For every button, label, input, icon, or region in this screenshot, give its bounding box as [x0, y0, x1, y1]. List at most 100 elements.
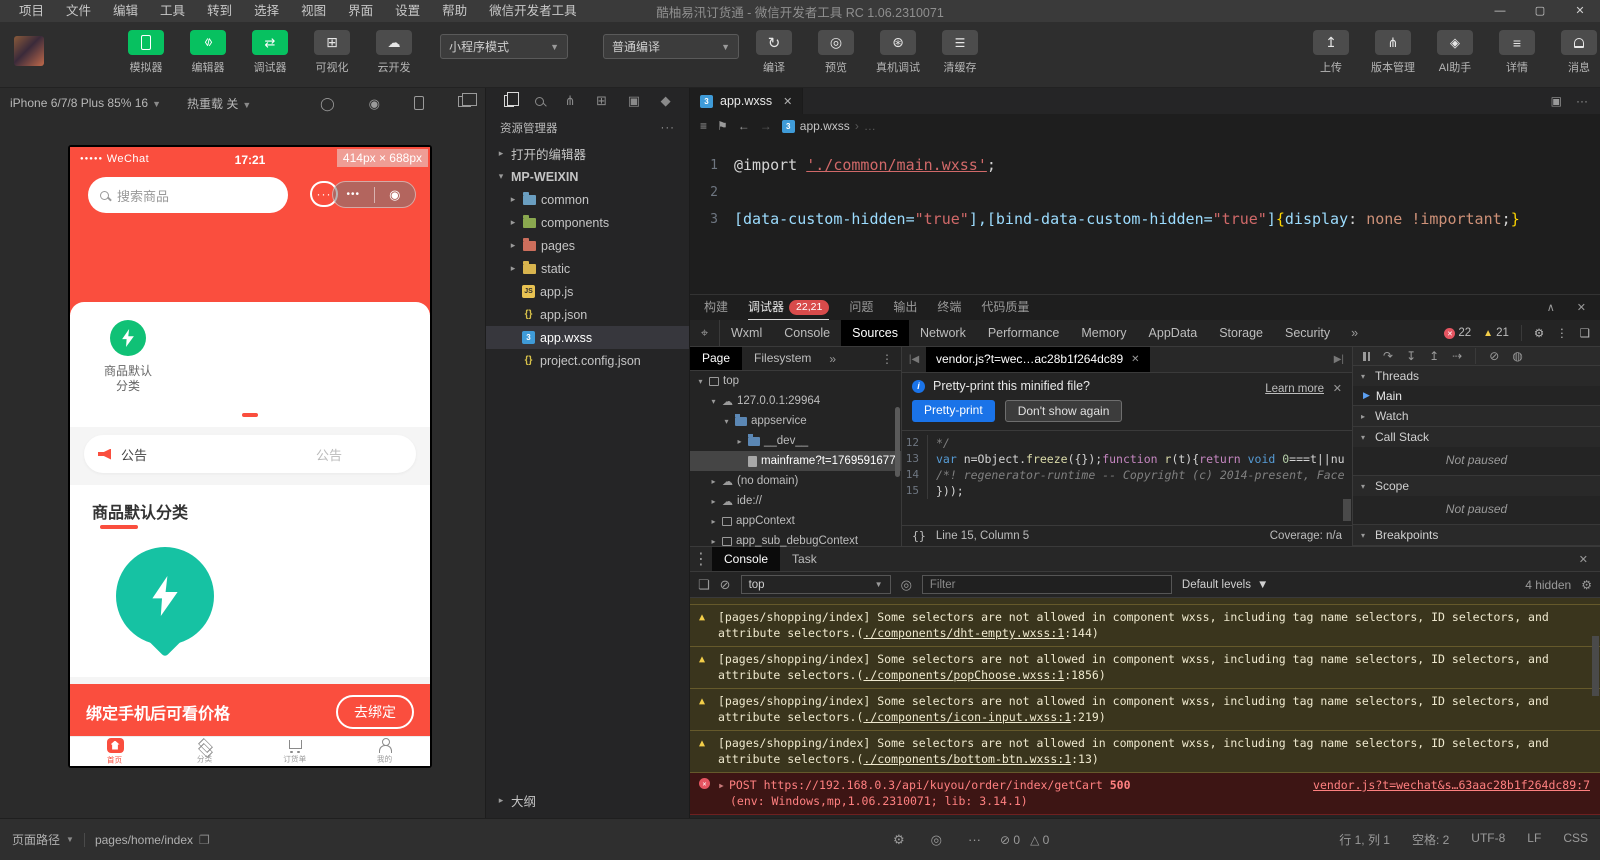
- context-select[interactable]: top ▼: [740, 575, 891, 594]
- debug-section-header[interactable]: ▾ Threads: [1353, 366, 1600, 386]
- console-warning[interactable]: ▲! [pages/shopping/index] Some selectors …: [690, 689, 1600, 731]
- toolbar-button[interactable]: 可视化: [306, 30, 358, 75]
- cursor-position[interactable]: 行 1, 列 1: [1339, 831, 1390, 848]
- inspect-element-icon[interactable]: ⌖: [690, 320, 720, 346]
- tab-scroll-left-icon[interactable]: |◀: [902, 354, 926, 365]
- rotate-icon[interactable]: ◯: [320, 96, 335, 112]
- phone-screen[interactable]: ●●●●● WeChat 17:21 414px × 688px 搜索商品 ··…: [70, 147, 430, 766]
- indent-setting[interactable]: 空格: 2: [1412, 831, 1449, 848]
- plugin-icon[interactable]: ◆: [661, 93, 671, 109]
- source-tree-item[interactable]: ▸ ide://: [690, 491, 901, 511]
- preview-eye-icon[interactable]: ◎: [931, 832, 942, 848]
- avatar[interactable]: [14, 36, 44, 66]
- toolbar-button[interactable]: 消息: [1553, 30, 1600, 75]
- copy-icon[interactable]: ❐: [199, 833, 210, 847]
- scrollbar[interactable]: [1592, 636, 1599, 696]
- code-editor[interactable]: 1 @import './common/main.wxss'; 2 3 [data-cu…: [690, 138, 1600, 294]
- open-editors-section[interactable]: ▸ 打开的编辑器: [486, 142, 689, 165]
- close-button[interactable]: ✕: [1560, 0, 1600, 22]
- devtools-tab-memory[interactable]: Memory: [1070, 320, 1137, 346]
- clear-console-icon[interactable]: ⊘: [720, 577, 731, 593]
- editor-more-icon[interactable]: ···: [1576, 94, 1588, 108]
- filter-input[interactable]: Filter: [921, 575, 1172, 594]
- forward-icon[interactable]: →: [760, 119, 772, 133]
- toolbar-button[interactable]: 清缓存: [934, 30, 986, 75]
- toolbar-button[interactable]: 编辑器: [182, 30, 234, 75]
- problem-error-count[interactable]: ⊘ 0: [1000, 833, 1020, 847]
- devtools-settings-icon[interactable]: ⚙: [1534, 326, 1544, 340]
- vendor-js-tab[interactable]: vendor.js?t=wec…ac28b1f264dc89 ✕: [926, 347, 1150, 372]
- toolbar-button[interactable]: 版本管理: [1367, 30, 1419, 75]
- explorer-more-icon[interactable]: ···: [661, 122, 676, 134]
- editor-tab-app-wxss[interactable]: 3 app.wxss ✕: [690, 88, 804, 114]
- back-icon[interactable]: ←: [738, 119, 750, 133]
- panel-tab-构建[interactable]: 构建: [704, 295, 728, 320]
- pause-on-exceptions-icon[interactable]: ◍: [1512, 349, 1522, 363]
- toolbar-button[interactable]: 详情: [1491, 30, 1543, 75]
- eye-icon[interactable]: ◎: [901, 577, 912, 593]
- close-console-icon[interactable]: ✕: [1579, 553, 1600, 566]
- compile-mode-select[interactable]: 普通编译 ▼: [603, 34, 739, 59]
- devtools-tab-performance[interactable]: Performance: [977, 320, 1071, 346]
- collapse-panel-icon[interactable]: ∧: [1547, 301, 1555, 314]
- scrollbar[interactable]: [895, 407, 900, 477]
- debug-section-header[interactable]: ▾ Scope: [1353, 476, 1600, 496]
- search-icon[interactable]: [534, 96, 544, 106]
- toolbar-button[interactable]: 预览: [810, 30, 862, 75]
- toolbar-button[interactable]: 云开发: [368, 30, 420, 75]
- console-warning[interactable]: ▲! [pages/shopping/index] Some selectors …: [690, 605, 1600, 647]
- console-error[interactable]: ✕ ▸ POST https://192.168.0.3/api/kuyou/ord…: [690, 773, 1600, 815]
- console-messages[interactable]: ▲! [pages/shopping/index] Some selectors …: [690, 598, 1600, 818]
- close-panel-icon[interactable]: ✕: [1577, 301, 1586, 314]
- source-tree-item[interactable]: ▾ top: [690, 371, 901, 391]
- category-pin-icon[interactable]: [116, 547, 214, 645]
- toolbar-button[interactable]: 调试器: [244, 30, 296, 75]
- tree-item-static[interactable]: ▸ static: [486, 257, 689, 280]
- toolbar-button[interactable]: AI助手: [1429, 30, 1481, 75]
- console-kebab-icon[interactable]: ⋮: [690, 549, 712, 569]
- tab-scroll-right-icon[interactable]: ▶|: [1334, 354, 1352, 365]
- devtools-kebab-icon[interactable]: ⋮: [1556, 326, 1568, 340]
- more-tabs-icon[interactable]: »: [1341, 326, 1368, 340]
- panel-tab-调试器[interactable]: 调试器 22,21: [748, 295, 830, 320]
- menu-item[interactable]: 帮助: [431, 0, 478, 22]
- thread-item[interactable]: ▶ Main: [1353, 386, 1600, 405]
- layout-icon[interactable]: ▣: [628, 93, 640, 109]
- outline-section[interactable]: ▸ 大纲: [486, 789, 689, 812]
- devtools-tab-network[interactable]: Network: [909, 320, 977, 346]
- problem-warning-count[interactable]: △ 0: [1030, 833, 1049, 847]
- panel-tab-终端[interactable]: 终端: [937, 295, 961, 320]
- notice-bar[interactable]: 公告 公告: [84, 435, 416, 473]
- eol-setting[interactable]: LF: [1527, 831, 1541, 848]
- menu-item[interactable]: 编辑: [102, 0, 149, 22]
- menu-item[interactable]: 设置: [384, 0, 431, 22]
- step-icon[interactable]: ⇢: [1452, 349, 1462, 363]
- sliders-icon[interactable]: ⚙: [893, 832, 905, 848]
- hot-reload-select[interactable]: 热重载 关 ▼: [187, 95, 251, 112]
- devtools-tab-console[interactable]: Console: [773, 320, 841, 346]
- pause-icon[interactable]: [1363, 351, 1370, 361]
- source-tree-item[interactable]: ▾ appservice: [690, 411, 901, 431]
- devtools-tab-appdata[interactable]: AppData: [1138, 320, 1209, 346]
- encoding[interactable]: UTF-8: [1471, 831, 1505, 848]
- multi-window-icon[interactable]: [458, 93, 477, 107]
- source-control-icon[interactable]: ⋔: [565, 93, 576, 109]
- maximize-button[interactable]: ▢: [1520, 0, 1560, 22]
- expand-icon[interactable]: ▸: [718, 778, 725, 792]
- source-code[interactable]: 12 */13 var n=Object.freeze({});function …: [902, 431, 1352, 525]
- step-over-icon[interactable]: ↷: [1383, 349, 1393, 363]
- language-mode[interactable]: CSS: [1563, 831, 1588, 848]
- dock-side-icon[interactable]: ❑: [1580, 326, 1590, 340]
- scrollbar[interactable]: [1343, 499, 1351, 521]
- bookmark-icon[interactable]: ⚑: [717, 119, 728, 133]
- tree-item-components[interactable]: ▸ components: [486, 211, 689, 234]
- menu-item[interactable]: 文件: [55, 0, 102, 22]
- page-path-select[interactable]: 页面路径 ▼: [12, 831, 74, 848]
- devtools-tab-security[interactable]: Security: [1274, 320, 1341, 346]
- pretty-print-toggle-icon[interactable]: {}: [912, 529, 926, 543]
- tree-item-app.json[interactable]: {} app.json: [486, 303, 689, 326]
- toolbar-button[interactable]: 真机调试: [872, 30, 924, 75]
- devtools-tab-wxml[interactable]: Wxml: [720, 320, 773, 346]
- tree-item-pages[interactable]: ▸ pages: [486, 234, 689, 257]
- menu-item[interactable]: 选择: [243, 0, 290, 22]
